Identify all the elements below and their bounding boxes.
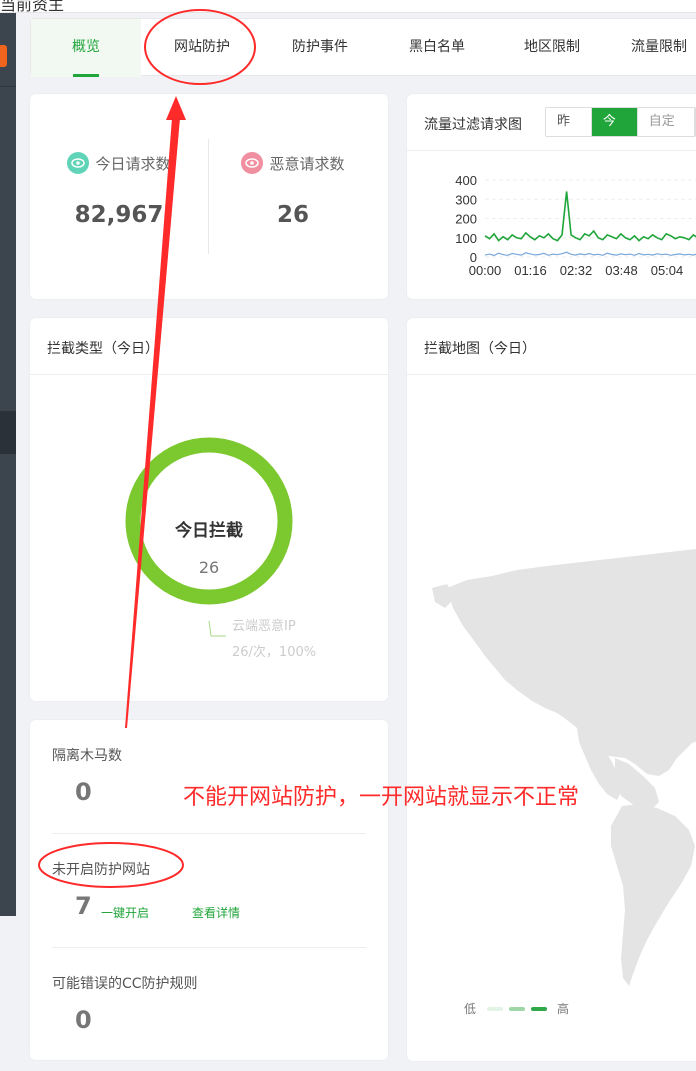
intercept-donut <box>125 437 293 637</box>
btn-yesterday[interactable]: 昨天 <box>546 108 592 136</box>
tab-site-protection[interactable]: 网站防护 <box>143 19 261 77</box>
traffic-line-chart: 400300200100000:00 01:16 02:32 03:48 05:04 <box>455 173 696 278</box>
intercept-type-card: 拦截类型（今日） 今日拦截 26 云端恶意IP 26/次，100% <box>30 318 388 701</box>
world-map <box>432 549 696 986</box>
donut-legend-value: 26/次，100% <box>232 645 317 660</box>
unprotected-sites-label: 未开启防护网站 <box>52 862 150 878</box>
row-divider <box>52 947 366 948</box>
traffic-chart-title: 流量过滤请求图 <box>424 117 522 133</box>
stat-value: 82,967 <box>74 202 164 228</box>
map-legend-swatch <box>487 1007 503 1011</box>
stat-value: 26 <box>276 202 309 228</box>
y-tick-label: 400 <box>455 173 477 188</box>
trojan-label: 隔离木马数 <box>52 748 122 764</box>
row-divider <box>52 833 366 834</box>
legend-connector <box>208 620 226 637</box>
map-legend-swatch <box>531 1007 547 1011</box>
y-tick-label: 100 <box>455 231 477 246</box>
tab-black-white-list[interactable]: 黑白名单 <box>379 19 495 77</box>
series-line-1 <box>484 251 696 257</box>
sidebar-divider <box>0 86 16 87</box>
map-legend-swatch <box>509 1007 525 1011</box>
security-summary-card: 隔离木马数 0 未开启防护网站 7 一键开启 查看详情 可能错误的CC防护规则 … <box>30 720 388 1060</box>
tab-bar: 概览 网站防护 防护事件 黑白名单 地区限制 流量限制 <box>30 18 696 77</box>
stat-label: 恶意请求数 <box>269 154 345 173</box>
view-details-link[interactable]: 查看详情 <box>192 904 240 921</box>
map-legend-low: 低 <box>464 1002 477 1016</box>
tab-region-limit[interactable]: 地区限制 <box>495 19 609 77</box>
stat-today-requests: 今日请求数 82,967 <box>30 152 208 228</box>
intercept-map-card: 拦截地图（今日） 低 高 <box>407 318 696 1061</box>
map-legend-high: 高 <box>557 1002 570 1016</box>
y-tick-label: 300 <box>455 192 477 207</box>
sidebar-item-active[interactable] <box>0 411 16 454</box>
x-tick-label: 05:04 <box>651 263 684 278</box>
annotation-note: 不能开网站防护，一开网站就显示不正常 <box>183 785 580 810</box>
eye-icon <box>241 152 264 174</box>
x-tick-label: 00:00 <box>469 263 502 278</box>
tab-protection-events[interactable]: 防护事件 <box>261 19 379 77</box>
stat-malicious-requests: 恶意请求数 26 <box>208 152 378 228</box>
donut-center-label: 今日拦截 <box>175 521 243 541</box>
enable-protection-link[interactable]: 一键开启 <box>101 904 149 921</box>
x-tick-label: 03:48 <box>605 263 638 278</box>
unprotected-sites-value: 7 <box>75 892 92 920</box>
tab-overview[interactable]: 概览 <box>31 19 141 77</box>
btn-today[interactable]: 今天 <box>591 108 638 136</box>
x-tick-label: 01:16 <box>514 263 547 278</box>
sidebar-footer <box>0 916 16 1071</box>
cc-rules-value: 0 <box>75 1006 92 1034</box>
cc-rules-label: 可能错误的CC防护规则 <box>52 976 198 992</box>
request-stats-card: 今日请求数 82,967 恶意请求数 26 <box>30 94 388 299</box>
sidebar <box>0 13 16 916</box>
tab-traffic-limit[interactable]: 流量限制 <box>609 19 696 77</box>
y-tick-label: 200 <box>455 212 477 227</box>
stat-label: 今日请求数 <box>95 154 171 173</box>
donut-center-value: 26 <box>198 558 220 577</box>
btn-custom[interactable]: 自定义 <box>637 108 695 136</box>
sidebar-accent <box>0 45 7 67</box>
x-tick-label: 02:32 <box>560 263 593 278</box>
trojan-value: 0 <box>75 778 92 806</box>
card-divider <box>407 150 696 151</box>
date-range-buttons: 昨天 今天 自定义 <box>545 107 696 137</box>
donut-legend-name: 云端恶意IP <box>232 619 296 634</box>
eye-icon <box>67 152 90 174</box>
top-strip: 当前资主 <box>0 0 696 14</box>
